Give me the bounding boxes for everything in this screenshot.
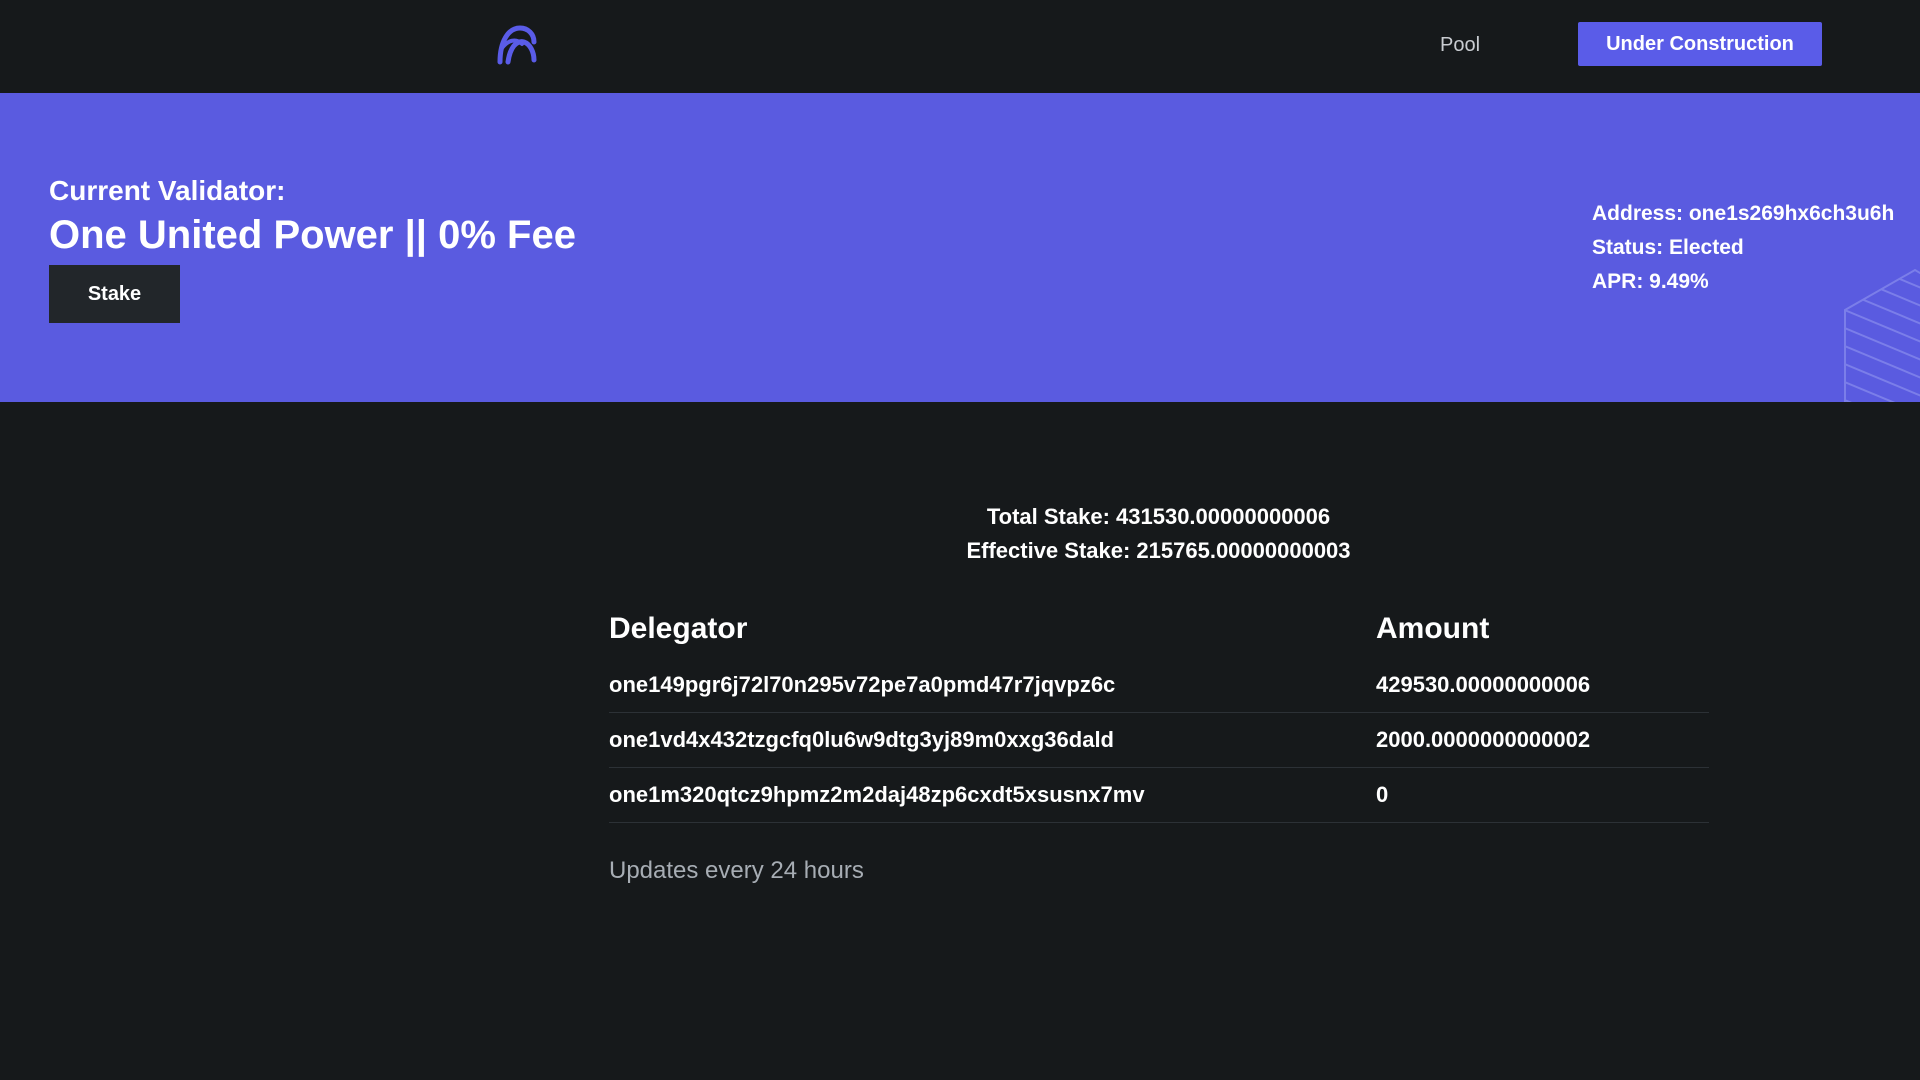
nav-link-pool[interactable]: Pool — [1440, 30, 1480, 60]
delegation-amount: 0 — [1376, 782, 1389, 807]
column-header-amount: Amount — [1376, 612, 1490, 645]
decorative-hexagon-pattern — [1844, 268, 1920, 402]
under-construction-button[interactable]: Under Construction — [1578, 22, 1822, 66]
delegator-address: one1vd4x432tzgcfq0lu6w9dtg3yj89m0xxg36da… — [609, 727, 1114, 752]
top-navbar: Pool Under Construction — [0, 0, 1920, 93]
delegator-address: one1m320qtcz9hpmz2m2daj48zp6cxdt5xsusnx7… — [609, 782, 1145, 807]
table-header: Delegator Amount — [609, 600, 1709, 658]
delegation-amount: 429530.00000000006 — [1376, 672, 1591, 697]
harmony-logo-icon[interactable] — [494, 22, 538, 66]
stake-summary: Total Stake: 431530.00000000006 Effectiv… — [800, 500, 1517, 568]
current-validator-label: Current Validator: — [49, 175, 286, 206]
update-frequency-note: Updates every 24 hours — [609, 857, 864, 884]
stake-button[interactable]: Stake — [49, 265, 180, 323]
table-row: one149pgr6j72l70n295v72pe7a0pmd47r7jqvpz… — [609, 658, 1709, 713]
effective-stake: Effective Stake: 215765.00000000003 — [966, 538, 1351, 563]
delegation-amount: 2000.0000000000002 — [1376, 727, 1591, 752]
delegator-address: one149pgr6j72l70n295v72pe7a0pmd47r7jqvpz… — [609, 672, 1116, 697]
table-row: one1vd4x432tzgcfq0lu6w9dtg3yj89m0xxg36da… — [609, 713, 1709, 768]
validator-name: One United Power || 0% Fee — [49, 213, 576, 257]
total-stake: Total Stake: 431530.00000000006 — [986, 504, 1331, 529]
table-row: one1m320qtcz9hpmz2m2daj48zp6cxdt5xsusnx7… — [609, 768, 1709, 823]
delegators-table: Delegator Amount one149pgr6j72l70n295v72… — [609, 600, 1709, 823]
validator-banner: Current Validator: One United Power || 0… — [0, 93, 1920, 402]
validator-address: Address: one1s269hx6ch3u6h — [1592, 202, 1895, 225]
column-header-delegator: Delegator — [609, 612, 748, 645]
